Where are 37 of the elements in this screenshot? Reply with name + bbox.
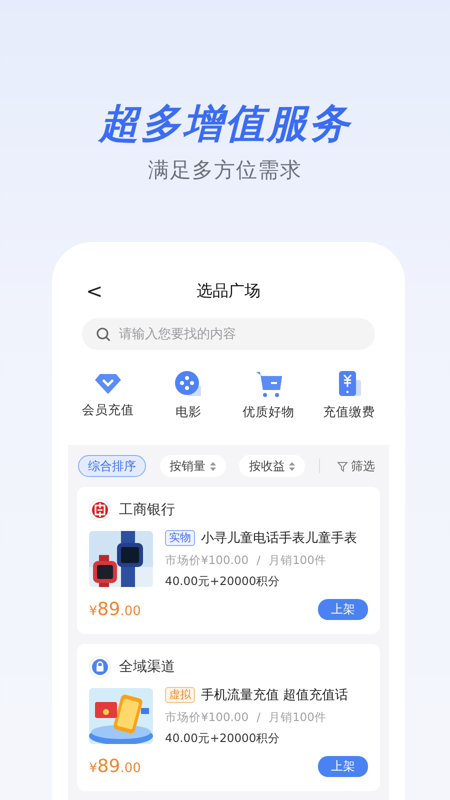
headline: 超多增值服务 (99, 100, 351, 149)
separator: / (256, 710, 260, 725)
screen-title: 选品广场 (196, 280, 260, 300)
back-button[interactable]: < (82, 279, 107, 303)
search-icon (96, 327, 111, 342)
list-button[interactable]: 上架 (318, 599, 368, 620)
sort-tab[interactable]: 按收益 (239, 455, 305, 477)
sort-tab[interactable]: 按销量 (160, 455, 226, 477)
filter-button[interactable]: 筛选 (333, 458, 379, 474)
bank-logo-icon (89, 499, 111, 521)
product-tag: 虚拟 (165, 687, 195, 703)
category-item[interactable]: 优质好物 (228, 370, 309, 421)
monthly-sales: 月销100件 (268, 553, 326, 568)
sort-tab[interactable]: 综合排序 (78, 455, 146, 477)
list-button[interactable]: 上架 (318, 756, 368, 777)
category-item[interactable]: 会员充值 (68, 370, 148, 421)
search-field[interactable]: 请输入您要找的内容 (82, 318, 375, 350)
points-price: 40.00元+20000积分 (165, 574, 282, 589)
price: ¥89.00 (89, 756, 141, 777)
subtitle: 满足多方位需求 (148, 157, 302, 184)
category-item[interactable]: 电影 (148, 370, 228, 421)
product-title: 手机流量充值 超值充值话 (201, 687, 348, 704)
product-title: 小寻儿童电话手表儿童手表 (201, 530, 357, 547)
product-tag: 实物 (165, 530, 195, 546)
separator: / (256, 553, 260, 568)
shop-name: 全域渠道 (119, 658, 175, 676)
monthly-sales: 月销100件 (268, 710, 326, 725)
shop-name: 工商银行 (119, 501, 175, 519)
price: ¥89.00 (89, 599, 141, 620)
points-price: 40.00元+20000积分 (165, 731, 282, 746)
cart-icon (254, 370, 284, 398)
lock-icon (89, 656, 111, 678)
film-reel-icon (174, 370, 202, 398)
market-price: 市场价¥100.00 (165, 553, 249, 568)
filter-icon (337, 460, 348, 472)
market-price: 市场价¥100.00 (165, 710, 249, 725)
category-item[interactable]: 充值缴费 (308, 370, 389, 421)
